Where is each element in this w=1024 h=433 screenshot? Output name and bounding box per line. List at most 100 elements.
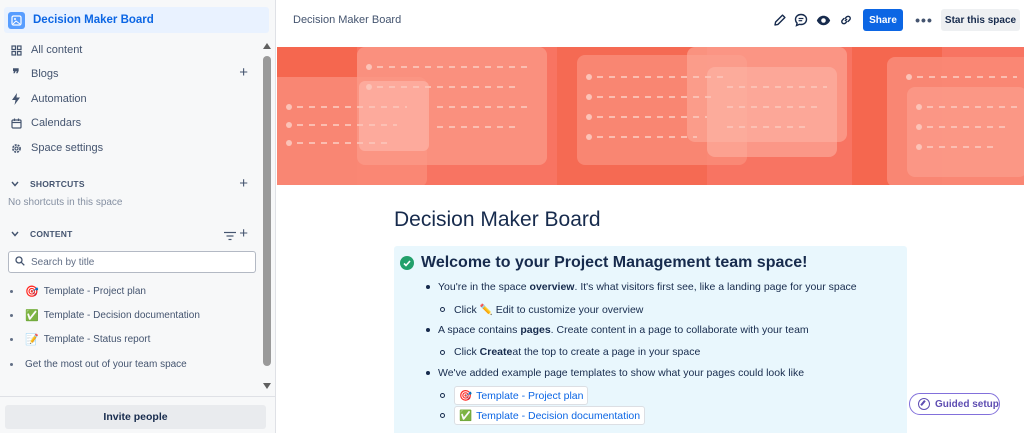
banner-pattern <box>277 47 1024 185</box>
comment-icon[interactable] <box>792 11 810 29</box>
tree-item-get-the-most[interactable]: Get the most out of your team space <box>10 354 260 374</box>
add-shortcut-icon[interactable]: + <box>239 176 248 192</box>
space-header[interactable]: Decision Maker Board <box>4 7 269 33</box>
content-header-label: CONTENT <box>30 229 73 239</box>
filter-icon[interactable] <box>224 228 236 246</box>
sidebar: Decision Maker Board All content ❞ Blogs… <box>0 0 276 433</box>
text: Edit to customize your overview <box>495 303 644 316</box>
sub-bullet <box>440 393 445 398</box>
success-check-icon <box>400 256 414 270</box>
chevron-down-icon[interactable] <box>8 177 22 191</box>
bullet <box>10 313 13 317</box>
link-project-plan[interactable]: 🎯 Template - Project plan <box>454 386 589 405</box>
lightning-icon <box>10 93 22 105</box>
text-bold: pages <box>520 324 551 336</box>
sub-bullet <box>440 413 445 418</box>
space-avatar-icon <box>8 11 25 29</box>
link-label: Template - Project plan <box>476 389 584 402</box>
bullet-pages: A space contains pages. Create content i… <box>426 324 809 336</box>
tree-item-label: Get the most out of your team space <box>25 358 187 370</box>
top-bar: Decision Maker Board Share ••• Star this… <box>277 0 1024 44</box>
sub-bullet-link-decision-documentation: ✅ Template - Decision documentation <box>440 406 646 425</box>
link-icon[interactable] <box>837 11 855 29</box>
sidebar-divider <box>0 396 276 397</box>
target-icon: 🎯 <box>459 390 473 402</box>
add-content-icon[interactable]: + <box>239 226 248 242</box>
text: at the top to create a page in your spac… <box>512 346 701 358</box>
text: Click <box>454 303 480 316</box>
calendar-icon <box>10 117 22 129</box>
bullet-overview: You're in the space overview. It's what … <box>426 281 857 293</box>
link-decision-documentation[interactable]: ✅ Template - Decision documentation <box>454 406 646 425</box>
bullet <box>426 285 430 289</box>
space-name: Decision Maker Board <box>33 14 154 26</box>
sub-bullet-create: Click Create at the top to create a page… <box>440 346 700 358</box>
shortcuts-section-header[interactable]: SHORTCUTS + <box>0 174 262 194</box>
guided-setup-label: Guided setup <box>935 398 999 410</box>
edit-pencil-icon[interactable] <box>771 11 789 29</box>
tree-item-label: Template - Project plan <box>43 285 146 297</box>
pencil-icon: ✏️ <box>479 304 493 316</box>
target-icon: 🎯 <box>25 285 39 298</box>
breadcrumb[interactable]: Decision Maker Board <box>293 14 401 26</box>
sidebar-item-all-content[interactable]: All content <box>0 39 262 61</box>
bullet <box>10 289 13 293</box>
guided-setup-button[interactable]: Guided setup <box>909 393 1000 415</box>
page-title: Decision Maker Board <box>394 208 601 231</box>
sub-bullet <box>440 349 445 355</box>
star-space-button[interactable]: Star this space <box>941 9 1020 31</box>
shortcuts-header-label: SHORTCUTS <box>30 179 85 189</box>
share-button[interactable]: Share <box>863 9 903 31</box>
scroll-down-arrow-icon[interactable] <box>263 383 271 389</box>
search-by-title[interactable] <box>8 251 256 273</box>
panel-heading: Welcome to your Project Management team … <box>400 254 807 272</box>
bullet <box>426 328 430 332</box>
text: . Create content in a page to collaborat… <box>550 324 809 336</box>
sub-bullet <box>440 307 445 312</box>
bullet <box>426 371 430 375</box>
search-icon <box>15 253 25 271</box>
tree-item-label: Template - Decision documentation <box>43 309 200 321</box>
more-actions-icon[interactable]: ••• <box>913 9 935 31</box>
bullet <box>10 337 13 341</box>
tree-item-decision-documentation[interactable]: ✅ Template - Decision documentation <box>10 305 260 325</box>
sidebar-item-blogs[interactable]: ❞ Blogs + <box>0 63 262 85</box>
scroll-up-arrow-icon[interactable] <box>263 43 271 49</box>
shortcuts-empty-text: No shortcuts in this space <box>8 197 123 208</box>
text: A space contains <box>438 324 521 336</box>
link-label: Template - Decision documentation <box>476 409 641 422</box>
bullet <box>10 362 13 366</box>
panel-title: Welcome to your Project Management team … <box>421 254 808 271</box>
tree-item-project-plan[interactable]: 🎯 Template - Project plan <box>10 281 260 301</box>
invite-people-button[interactable]: Invite people <box>5 405 266 429</box>
sidebar-item-label: Calendars <box>31 117 82 129</box>
sidebar-item-label: Blogs <box>31 68 59 80</box>
sub-bullet-link-project-plan: 🎯 Template - Project plan <box>440 386 589 405</box>
text: . It's what visitors first see, like a l… <box>574 281 857 293</box>
sidebar-item-calendars[interactable]: Calendars <box>0 112 262 134</box>
content-section-header[interactable]: CONTENT + <box>0 224 262 244</box>
sidebar-item-label: All content <box>31 44 83 56</box>
chevron-down-icon[interactable] <box>8 227 22 241</box>
text-bold: overview <box>529 281 575 293</box>
gear-icon <box>10 142 22 154</box>
text-bold: Create <box>479 346 513 358</box>
scroll-thumb[interactable] <box>263 56 271 366</box>
memo-icon: 📝 <box>25 333 39 346</box>
search-input[interactable] <box>31 256 241 268</box>
text: Click <box>454 346 480 358</box>
sub-bullet-edit: Click ✏️ Edit to customize your overview <box>440 303 643 316</box>
watch-eye-icon[interactable] <box>814 11 832 29</box>
sidebar-item-space-settings[interactable]: Space settings <box>0 137 262 159</box>
sidebar-item-label: Automation <box>31 93 87 105</box>
add-blog-icon[interactable]: + <box>239 65 248 81</box>
compass-icon <box>918 398 930 410</box>
sidebar-scrollbar[interactable] <box>262 40 272 392</box>
sidebar-item-automation[interactable]: Automation <box>0 88 262 110</box>
quote-icon: ❞ <box>12 66 20 82</box>
grid-icon <box>10 44 22 56</box>
text: We've added example page templates to sh… <box>438 367 805 379</box>
checkmark-icon: ✅ <box>25 309 39 322</box>
welcome-info-panel: Welcome to your Project Management team … <box>394 246 907 433</box>
tree-item-status-report[interactable]: 📝 Template - Status report <box>10 329 260 349</box>
